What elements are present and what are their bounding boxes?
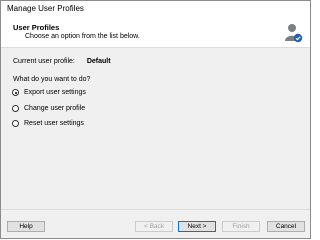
current-profile-row: Current user profile: Default [13,58,111,65]
radio-selected-icon[interactable] [12,89,19,96]
wizard-content: Current user profile: Default What do you… [1,48,310,208]
option-reset-user-settings[interactable]: Reset user settings [12,120,84,127]
header-subtitle: Choose an option from the list below. [25,33,140,40]
radio-icon[interactable] [12,105,19,112]
window-title: Manage User Profiles [7,4,84,13]
footer-divider [1,209,310,210]
back-button[interactable]: < Back [135,221,173,232]
option-change-user-profile[interactable]: Change user profile [12,105,85,112]
next-button[interactable]: Next > [178,221,216,232]
help-button[interactable]: Help [7,221,45,232]
current-profile-label: Current user profile: [13,58,75,65]
option-label: Reset user settings [24,120,84,127]
option-label: Change user profile [24,105,86,112]
header-title: User Profiles [13,23,60,32]
finish-button[interactable]: Finish [222,221,260,232]
title-bar: Manage User Profiles [1,1,310,19]
user-settings-icon [285,24,303,43]
radio-icon[interactable] [12,120,19,127]
wizard-header: User Profiles Choose an option from the … [1,19,310,48]
current-profile-value: Default [86,58,111,65]
question-label: What do you want to do? [13,76,91,83]
manage-user-profiles-window: Manage User Profiles User Profiles Choos… [0,0,311,239]
option-label: Export user settings [24,89,86,96]
cancel-button[interactable]: Cancel [267,221,305,232]
option-export-user-settings[interactable]: Export user settings [12,89,86,96]
